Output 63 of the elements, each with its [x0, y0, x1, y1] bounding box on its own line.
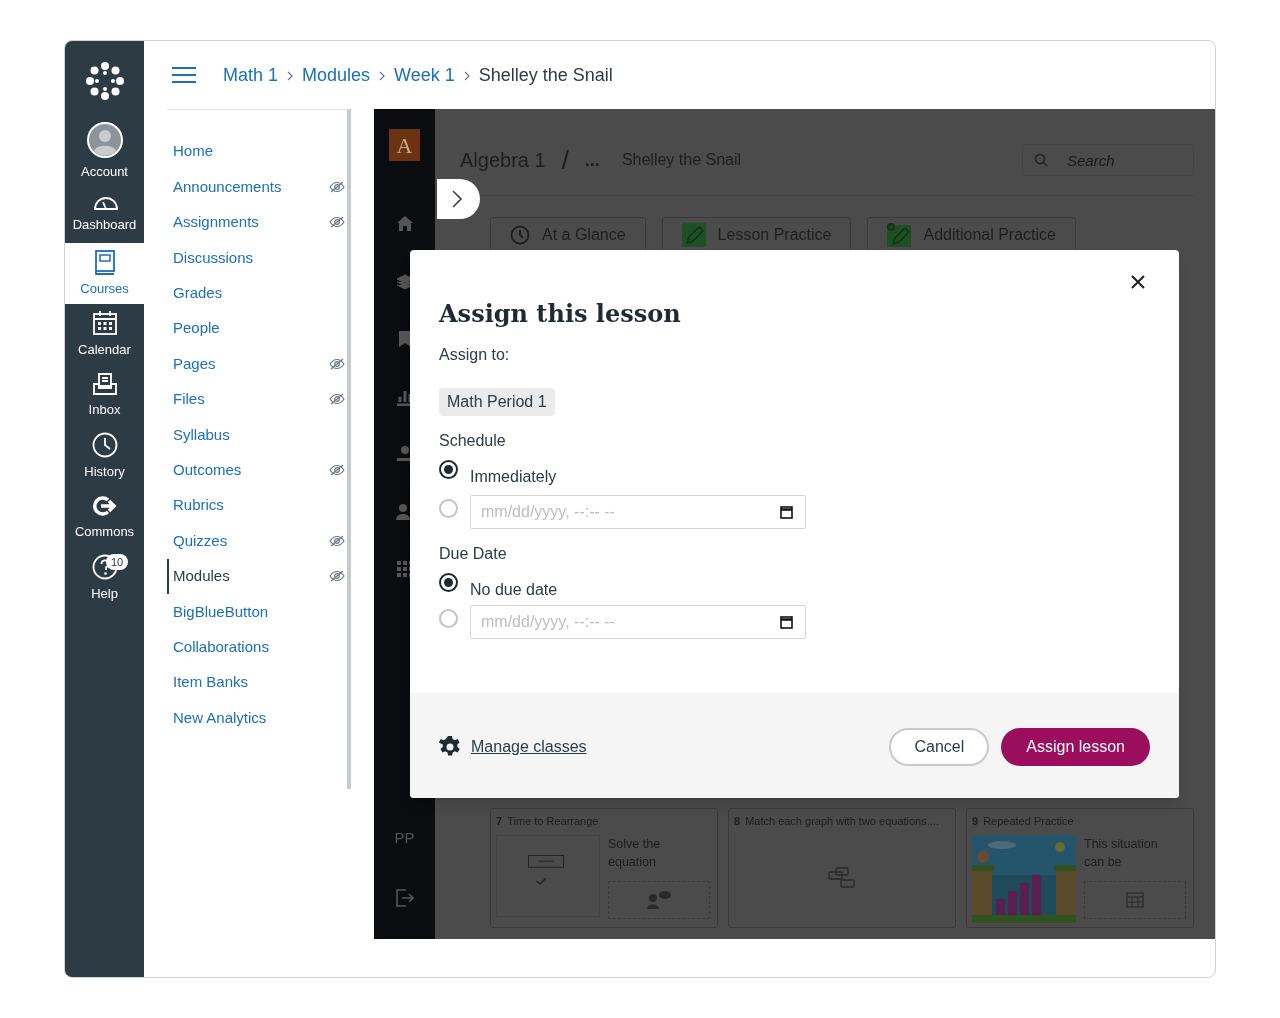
chevron-icon	[287, 71, 294, 81]
pencil-board-icon	[681, 223, 706, 247]
chevron-icon	[451, 190, 462, 208]
class-tag: Math Period 1	[439, 388, 555, 416]
course-nav-link[interactable]: Quizzes	[173, 529, 228, 553]
logo-icon[interactable]	[84, 61, 125, 101]
calendar-icon	[91, 309, 118, 336]
course-nav-link[interactable]: Home	[173, 140, 213, 163]
course-nav-link[interactable]: BigBlueButton	[173, 600, 269, 623]
clock-icon	[91, 431, 118, 458]
breadcrumb-link[interactable]: Week 1	[394, 61, 455, 89]
arrow-icon	[91, 493, 118, 518]
radio-button[interactable]	[439, 573, 458, 592]
dialog-title: Assign this lesson	[439, 298, 682, 330]
current-page-title: Shelley the Snail	[478, 63, 613, 87]
home-icon[interactable]	[395, 215, 414, 233]
course-nav-link[interactable]: Discussions	[173, 246, 254, 270]
radio-label: No due date	[470, 580, 558, 600]
cancel-button[interactable]: Cancel	[889, 727, 990, 766]
course-nav-link[interactable]: New Analytics	[173, 706, 267, 730]
global-nav-item[interactable]: Courses	[65, 243, 144, 304]
field-label: Schedule	[439, 431, 507, 451]
course-nav-link[interactable]: Announcements	[173, 175, 282, 199]
breadcrumb-link[interactable]: Math 1	[223, 61, 279, 89]
radio-label: Immediately	[470, 467, 557, 487]
close-icon[interactable]	[1131, 275, 1145, 289]
path-separator: /	[561, 143, 569, 177]
breadcrumb-link[interactable]: Modules	[302, 61, 371, 89]
calendar-icon[interactable]	[780, 505, 793, 519]
course-nav-link[interactable]: Grades	[173, 282, 223, 305]
date-time-field[interactable]: mm/dd/yyyy, --:-- --	[470, 495, 806, 529]
avatar-icon	[86, 121, 123, 158]
course-nav-link[interactable]: Files	[173, 388, 205, 411]
notification-badge: 10	[106, 554, 129, 570]
pencil-plus-icon	[887, 223, 912, 247]
course-nav-link[interactable]: People	[173, 317, 220, 340]
sign-out-icon[interactable]	[395, 889, 414, 907]
chevron-icon	[379, 71, 386, 81]
course-nav-link[interactable]: Outcomes	[173, 458, 242, 482]
field-label: Assign to:	[439, 345, 511, 365]
course-nav-link[interactable]: Assignments	[173, 211, 259, 234]
field-label: Due Date	[439, 544, 508, 564]
assign-lesson-button[interactable]: Assign lesson	[1001, 727, 1150, 766]
calendar-icon[interactable]	[780, 615, 793, 629]
manage-classes-link[interactable]: Manage classes	[471, 734, 587, 759]
radio-button[interactable]	[439, 460, 458, 479]
search-icon	[1034, 153, 1048, 167]
blocks-icon	[828, 867, 856, 890]
table-icon	[1126, 891, 1144, 908]
menu-icon[interactable]	[172, 66, 196, 84]
clock-icon	[510, 225, 530, 245]
course-nav-link[interactable]: Syllabus	[173, 423, 230, 447]
date-time-field[interactable]: mm/dd/yyyy, --:-- --	[470, 605, 806, 639]
course-nav-link[interactable]: Item Banks	[173, 671, 249, 694]
app-logo: A	[389, 129, 420, 161]
chevron-icon	[463, 71, 470, 81]
course-nav-link[interactable]: Modules	[173, 565, 230, 588]
inbox-icon	[91, 371, 118, 396]
course-nav-link[interactable]: Pages	[173, 352, 216, 376]
course-nav-link[interactable]: Rubrics	[173, 494, 224, 517]
discussion-icon	[647, 890, 671, 909]
course-nav-link[interactable]: Collaborations	[173, 635, 269, 659]
expand-button[interactable]	[437, 179, 480, 219]
